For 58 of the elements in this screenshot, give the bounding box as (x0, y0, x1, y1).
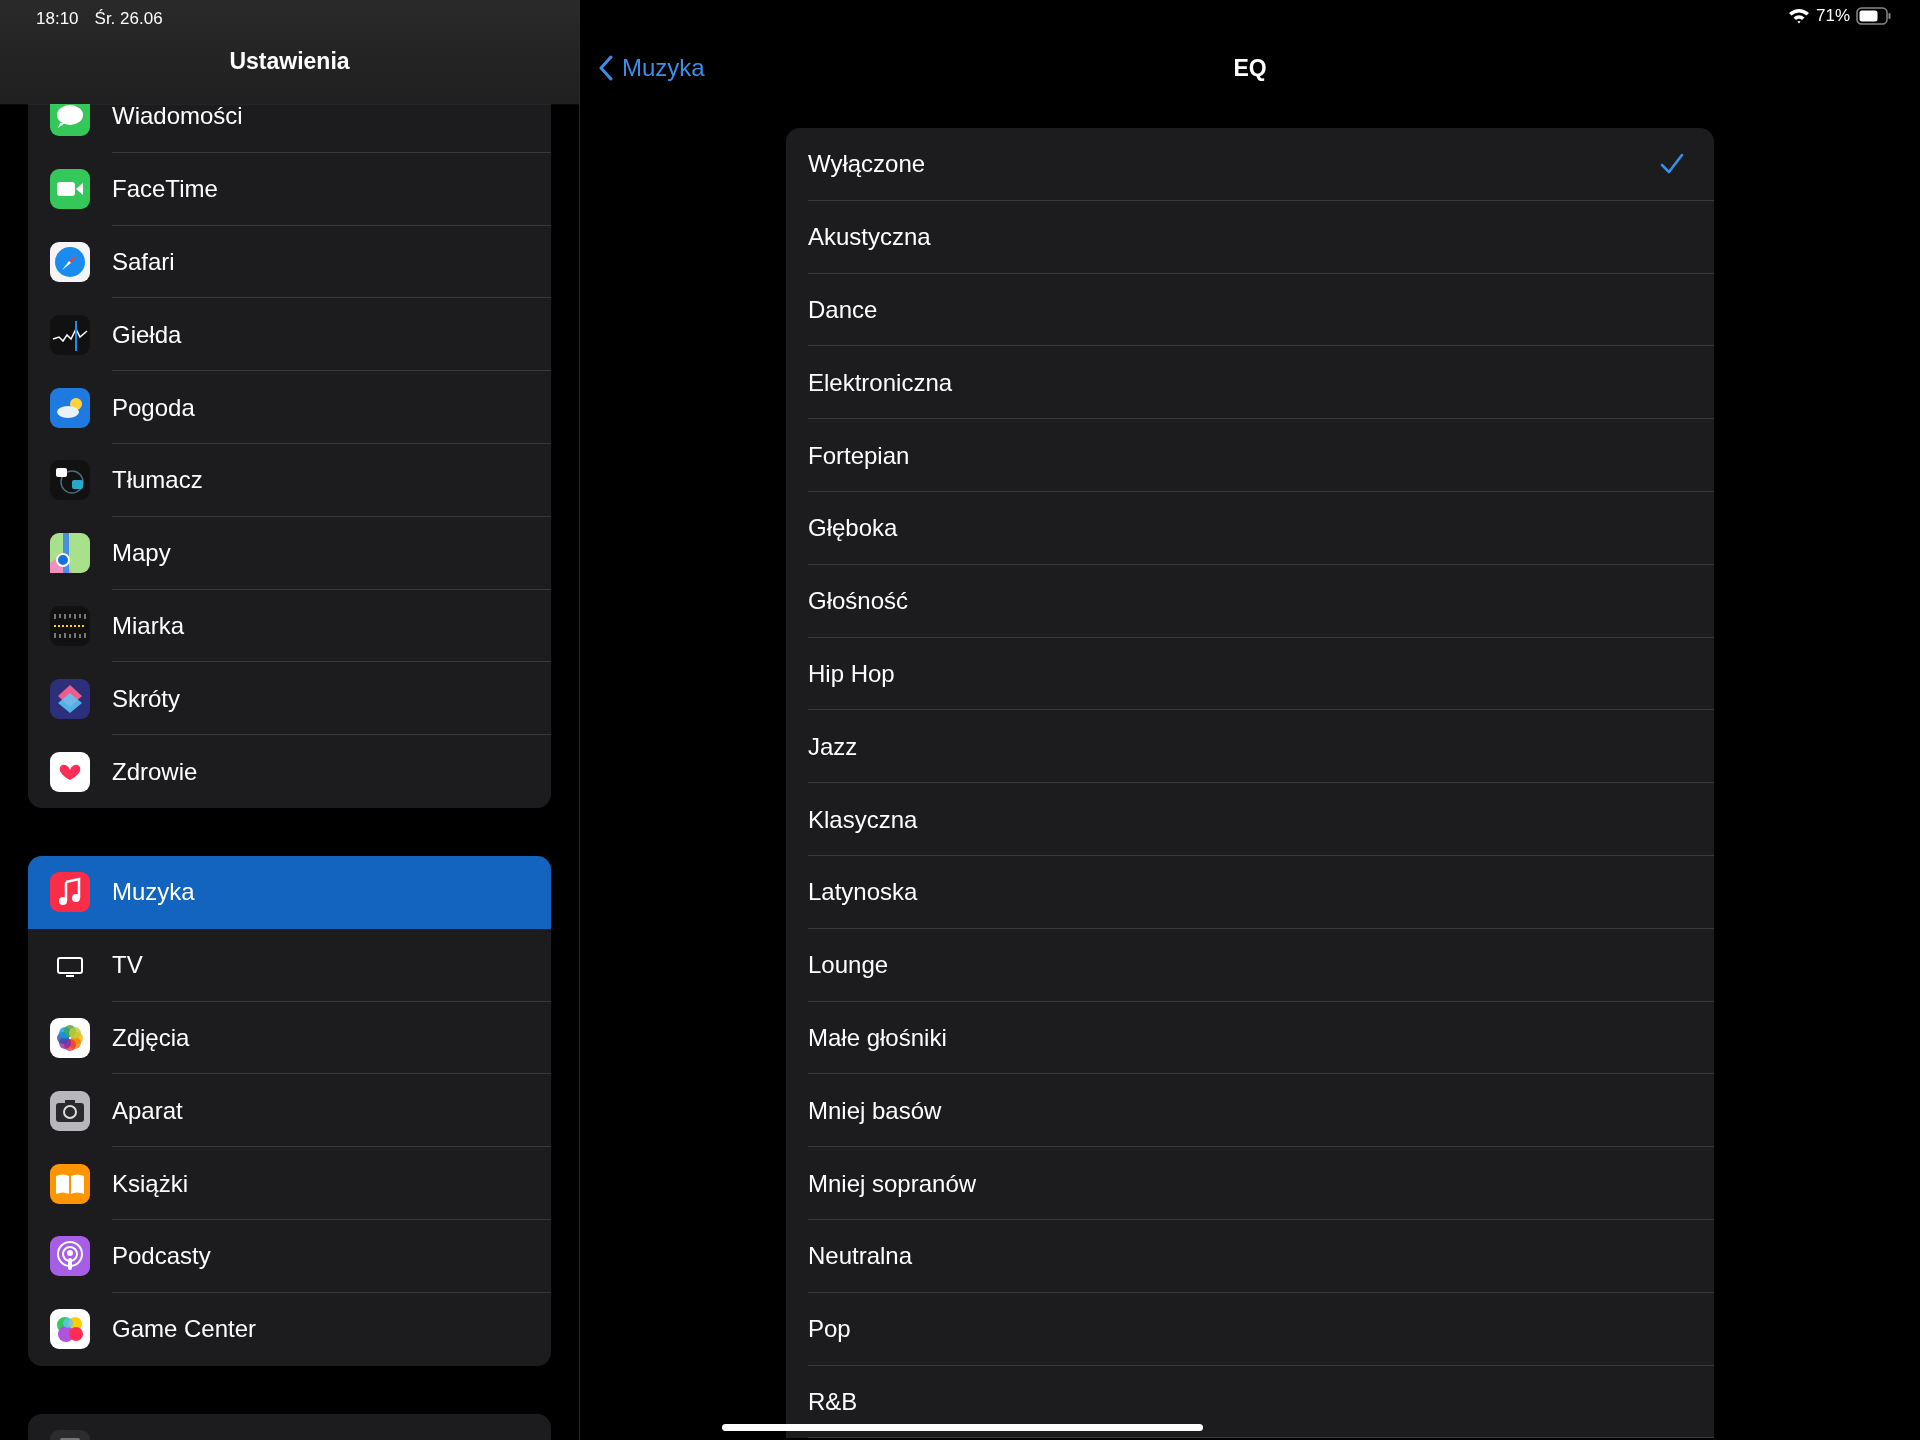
sidebar-title: Ustawienia (228, 48, 351, 75)
sidebar-item[interactable]: Wiadomości (28, 104, 551, 153)
eq-option[interactable]: Małe głośniki (786, 1001, 1714, 1075)
status-date: Śr. 26.06 (94, 9, 163, 29)
wifi-icon (1787, 8, 1810, 24)
video-camera-icon (50, 169, 90, 210)
sidebar-item[interactable]: Miarka (28, 589, 551, 663)
podcast-icon (50, 1236, 90, 1277)
sidebar-item[interactable]: Aparat (28, 1074, 551, 1148)
back-button[interactable]: Muzyka (594, 50, 709, 86)
eq-option[interactable]: Dance (786, 273, 1714, 347)
sidebar-item[interactable]: Książki (28, 1147, 551, 1220)
speech-bubble-icon (50, 104, 90, 137)
eq-option[interactable]: Lounge (786, 928, 1714, 1002)
book-icon (50, 1163, 90, 1204)
sidebar-item[interactable]: Muzyka (28, 855, 551, 929)
sidebar-item[interactable]: Pogoda (28, 371, 551, 444)
eq-option[interactable]: R&B (786, 1365, 1714, 1439)
eq-option[interactable]: Głośność (786, 564, 1714, 638)
sidebar-item[interactable]: Giełda (28, 298, 551, 372)
sidebar-item[interactable]: Podcasty (28, 1219, 551, 1293)
eq-option[interactable]: Fortepian (786, 419, 1714, 492)
sidebar-item[interactable]: Tłumacz (28, 444, 551, 517)
battery-icon (1856, 7, 1892, 25)
eq-option[interactable]: Pop (786, 1292, 1714, 1366)
cloud-sun-icon (50, 387, 90, 428)
eq-option[interactable]: Mniej basów (786, 1074, 1714, 1148)
status-time: 18:10 (36, 9, 79, 29)
translate-icon (50, 460, 90, 501)
eq-option[interactable]: Latynoska (786, 855, 1714, 929)
compass-icon (50, 242, 90, 282)
flower-icon (50, 1017, 90, 1058)
music-note-icon (50, 872, 90, 913)
sidebar-item[interactable]: Safari (28, 225, 551, 299)
sidebar-item[interactable]: Zdrowie (28, 735, 551, 808)
eq-option[interactable]: Hip Hop (786, 637, 1714, 711)
eq-option[interactable]: Głęboka (786, 492, 1714, 565)
eq-option[interactable]: Akustyczna (786, 200, 1714, 274)
sidebar-item[interactable]: Zdjęcia (28, 1001, 551, 1075)
chevron-left-icon (598, 55, 614, 81)
bubbles-icon (50, 1309, 90, 1350)
eq-option[interactable]: Klasyczna (786, 783, 1714, 856)
camera-icon (50, 1090, 90, 1131)
sidebar-item[interactable]: Skróty (28, 662, 551, 736)
stock-chart-icon (50, 314, 90, 355)
battery-percent: 71% (1815, 6, 1850, 26)
map-icon (50, 533, 90, 574)
ruler-icon (50, 605, 90, 646)
sidebar-item[interactable]: Game Center (28, 1292, 551, 1366)
page-title: EQ (1233, 54, 1267, 82)
eq-option[interactable]: Elektroniczna (786, 346, 1714, 420)
eq-option[interactable]: Wyłączone (786, 128, 1714, 201)
eq-option[interactable]: Neutralna (786, 1219, 1714, 1293)
sidebar-item[interactable]: Mapy (28, 516, 551, 590)
eq-option[interactable]: Jazz (786, 710, 1714, 784)
sidebar-item[interactable]: FaceTime (28, 152, 551, 226)
sidebar-item[interactable]: TV (28, 928, 551, 1002)
eq-option[interactable]: Mniej sopranów (786, 1147, 1714, 1220)
